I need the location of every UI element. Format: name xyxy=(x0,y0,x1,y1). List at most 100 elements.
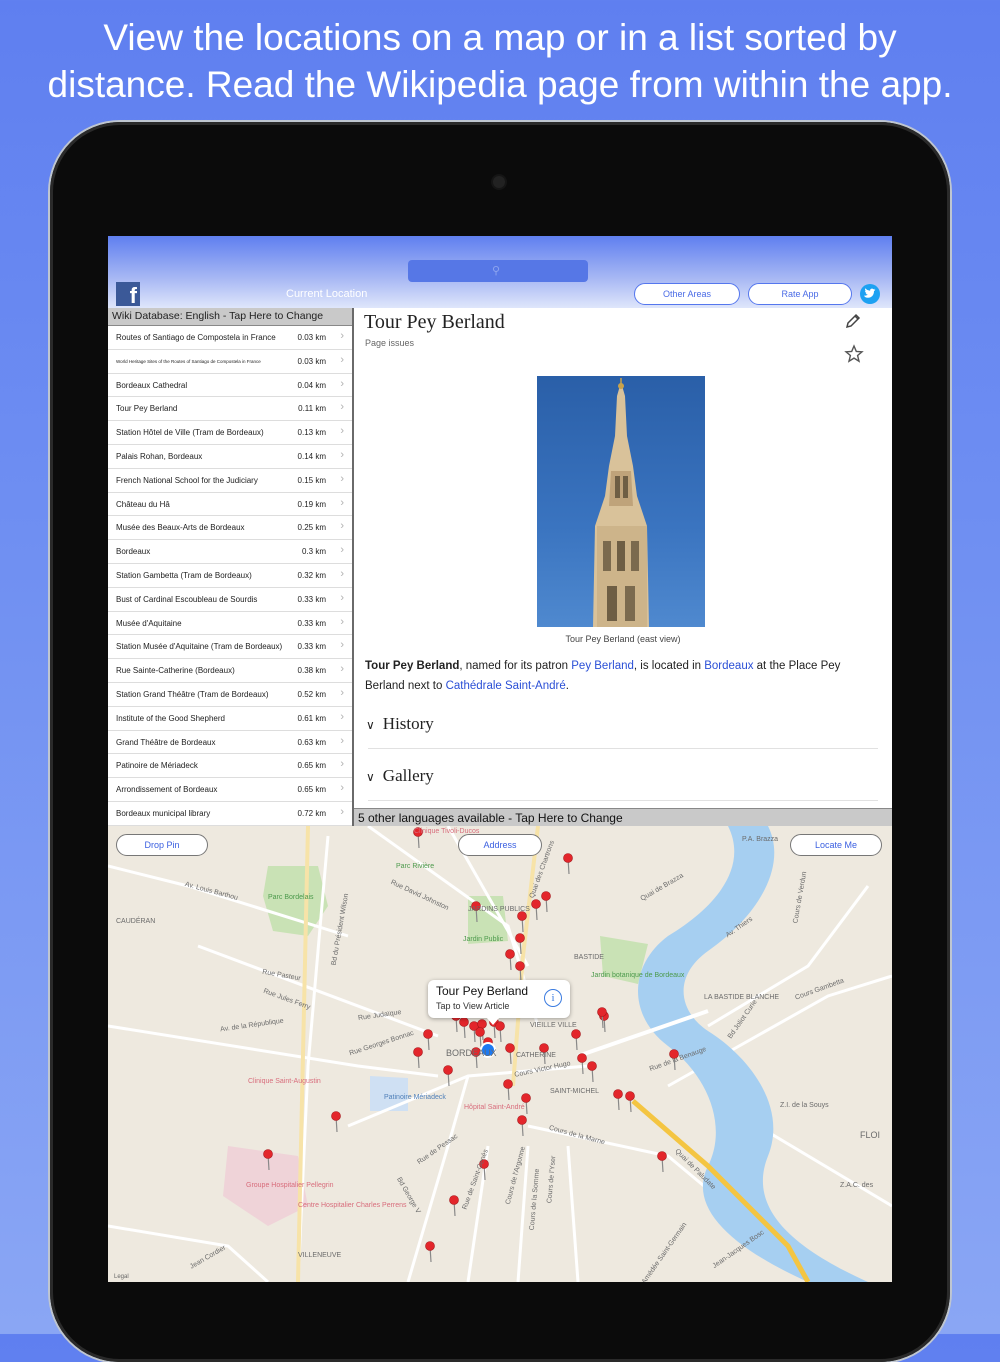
list-item[interactable]: Station Grand Théâtre (Tram de Bordeaux)… xyxy=(108,683,352,707)
map-view[interactable]: Parc Rivière Parc Bordelais Jardin Publi… xyxy=(108,826,892,1282)
map-pin-icon[interactable] xyxy=(614,1090,623,1111)
current-location-label: Current Location xyxy=(286,288,367,300)
wiki-database-selector[interactable]: Wiki Database: English - Tap Here to Cha… xyxy=(108,308,352,326)
map-label: JARDINS PUBLICS xyxy=(468,906,530,913)
list-item[interactable]: Bordeaux Cathedral0.04 km› xyxy=(108,374,352,398)
callout-subtitle: Tap to View Article xyxy=(436,1001,509,1011)
link-cathedrale[interactable]: Cathédrale Saint-André xyxy=(446,680,566,692)
list-item-name: Bordeaux Cathedral xyxy=(116,381,187,390)
map-pin-icon[interactable] xyxy=(426,1242,435,1263)
map-pin-icon[interactable] xyxy=(564,854,573,875)
map-label: LA BASTIDE BLANCHE xyxy=(704,994,779,1001)
other-areas-button[interactable]: Other Areas xyxy=(634,283,740,305)
map-label: Z.I. de la Souys xyxy=(780,1102,829,1109)
list-item-name: Station Grand Théâtre (Tram de Bordeaux) xyxy=(116,690,269,699)
list-item-distance: 0.33 km xyxy=(298,642,326,651)
facebook-icon[interactable]: f xyxy=(116,282,140,306)
list-item-distance: 0.25 km xyxy=(298,523,326,532)
info-icon[interactable]: i xyxy=(544,989,562,1007)
map-pin-icon[interactable] xyxy=(588,1062,597,1083)
pin-callout[interactable]: Tour Pey Berland Tap to View Article i xyxy=(428,980,570,1018)
article-title: Tour Pey Berland xyxy=(364,311,505,334)
list-item[interactable]: Palais Rohan, Bordeaux0.14 km› xyxy=(108,445,352,469)
map-pin-icon[interactable] xyxy=(532,900,541,921)
list-item[interactable]: Institute of the Good Shepherd0.61 km› xyxy=(108,707,352,731)
map-pin-icon[interactable] xyxy=(450,1196,459,1217)
list-item[interactable]: Bordeaux municipal library0.72 km› xyxy=(108,802,352,826)
list-item-distance: 0.63 km xyxy=(298,738,326,747)
section-divider xyxy=(368,748,878,749)
map-pin-icon[interactable] xyxy=(542,892,551,913)
map-pin-icon[interactable] xyxy=(424,1030,433,1051)
page-issues-link[interactable]: Page issues xyxy=(365,338,414,348)
map-label: Groupe Hospitalier Pellegrin xyxy=(246,1182,334,1189)
list-item-distance: 0.03 km xyxy=(298,357,326,366)
map-label: Centre Hospitalier Charles Perrens xyxy=(298,1202,407,1209)
map-label: Z.A.C. des xyxy=(840,1182,873,1189)
list-item-distance: 0.61 km xyxy=(298,714,326,723)
chevron-right-icon: › xyxy=(340,354,344,366)
section-history[interactable]: ∨History xyxy=(366,714,434,734)
list-item[interactable]: Grand Théâtre de Bordeaux0.63 km› xyxy=(108,731,352,755)
rate-app-button[interactable]: Rate App xyxy=(748,283,852,305)
chevron-right-icon: › xyxy=(340,782,344,794)
list-item[interactable]: Patinoire de Mériadeck0.65 km› xyxy=(108,754,352,778)
locate-me-button[interactable]: Locate Me xyxy=(790,834,882,856)
language-selector[interactable]: 5 other languages available - Tap Here t… xyxy=(354,808,892,827)
map-label: Jardin botanique de Bordeaux xyxy=(591,972,684,979)
list-item[interactable]: Tour Pey Berland0.11 km› xyxy=(108,397,352,421)
chevron-right-icon: › xyxy=(340,330,344,342)
list-item-distance: 0.15 km xyxy=(298,476,326,485)
list-item[interactable]: French National School for the Judiciary… xyxy=(108,469,352,493)
list-item[interactable]: Château du Hâ0.19 km› xyxy=(108,493,352,517)
list-item-distance: 0.33 km xyxy=(298,619,326,628)
map-label: VIEILLE VILLE xyxy=(530,1022,577,1029)
chevron-right-icon: › xyxy=(340,663,344,675)
map-pin-icon[interactable] xyxy=(518,1116,527,1137)
list-item[interactable]: Rue Sainte-Catherine (Bordeaux)0.38 km› xyxy=(108,659,352,683)
link-bordeaux[interactable]: Bordeaux xyxy=(704,660,753,672)
chevron-down-icon: ∨ xyxy=(366,718,375,732)
map-label: SAINT-MICHEL xyxy=(550,1088,599,1095)
list-item[interactable]: World Heritage Sites of the Routes of Sa… xyxy=(108,350,352,374)
map-pin-icon[interactable] xyxy=(504,1080,513,1101)
map-pin-icon[interactable] xyxy=(460,1018,469,1039)
chevron-right-icon: › xyxy=(340,735,344,747)
list-item[interactable]: Bordeaux0.3 km› xyxy=(108,540,352,564)
navigation-bar: ⚲ f Current Location Other Areas Rate Ap… xyxy=(108,236,892,308)
map-pin-icon[interactable] xyxy=(332,1112,341,1133)
list-item[interactable]: Station Musée d'Aquitaine (Tram de Borde… xyxy=(108,635,352,659)
list-item[interactable]: Station Gambetta (Tram de Bordeaux)0.32 … xyxy=(108,564,352,588)
twitter-icon[interactable] xyxy=(860,284,880,304)
map-label: P.A. Brazza xyxy=(742,836,778,843)
list-item-name: Musée des Beaux-Arts de Bordeaux xyxy=(116,523,245,532)
map-label: BORDEAUX xyxy=(446,1048,497,1058)
list-item[interactable]: Routes of Santiago de Compostela in Fran… xyxy=(108,326,352,350)
address-button[interactable]: Address xyxy=(458,834,542,856)
chevron-right-icon: › xyxy=(340,568,344,580)
list-item-name: Arrondissement of Bordeaux xyxy=(116,785,217,794)
list-item[interactable]: Musée d'Aquitaine0.33 km› xyxy=(108,612,352,636)
map-pin-icon[interactable] xyxy=(414,1048,423,1069)
map-pin-icon[interactable] xyxy=(506,950,515,971)
link-pey-berland[interactable]: Pey Berland xyxy=(571,660,634,672)
section-gallery[interactable]: ∨Gallery xyxy=(366,766,434,786)
headline-line-1: View the locations on a map or in a list… xyxy=(0,14,1000,61)
list-item[interactable]: Bust of Cardinal Escoubleau de Sourdis0.… xyxy=(108,588,352,612)
list-item[interactable]: Station Hôtel de Ville (Tram de Bordeaux… xyxy=(108,421,352,445)
chevron-right-icon: › xyxy=(340,497,344,509)
map-pin-icon[interactable] xyxy=(572,1030,581,1051)
list-item[interactable]: Musée des Beaux-Arts de Bordeaux0.25 km› xyxy=(108,516,352,540)
chevron-down-icon: ∨ xyxy=(366,770,375,784)
map-pin-icon[interactable] xyxy=(578,1054,587,1075)
list-item-distance: 0.14 km xyxy=(298,452,326,461)
search-bar[interactable]: ⚲ xyxy=(408,260,588,282)
star-icon[interactable] xyxy=(844,344,864,370)
list-item[interactable]: Arrondissement of Bordeaux0.65 km› xyxy=(108,778,352,802)
drop-pin-button[interactable]: Drop Pin xyxy=(116,834,208,856)
list-item-distance: 0.38 km xyxy=(298,666,326,675)
map-legal-link[interactable]: Legal xyxy=(114,1274,129,1280)
map-pin-icon[interactable] xyxy=(658,1152,667,1173)
nearby-list: Wiki Database: English - Tap Here to Cha… xyxy=(108,308,354,826)
edit-pencil-icon[interactable] xyxy=(844,312,862,335)
